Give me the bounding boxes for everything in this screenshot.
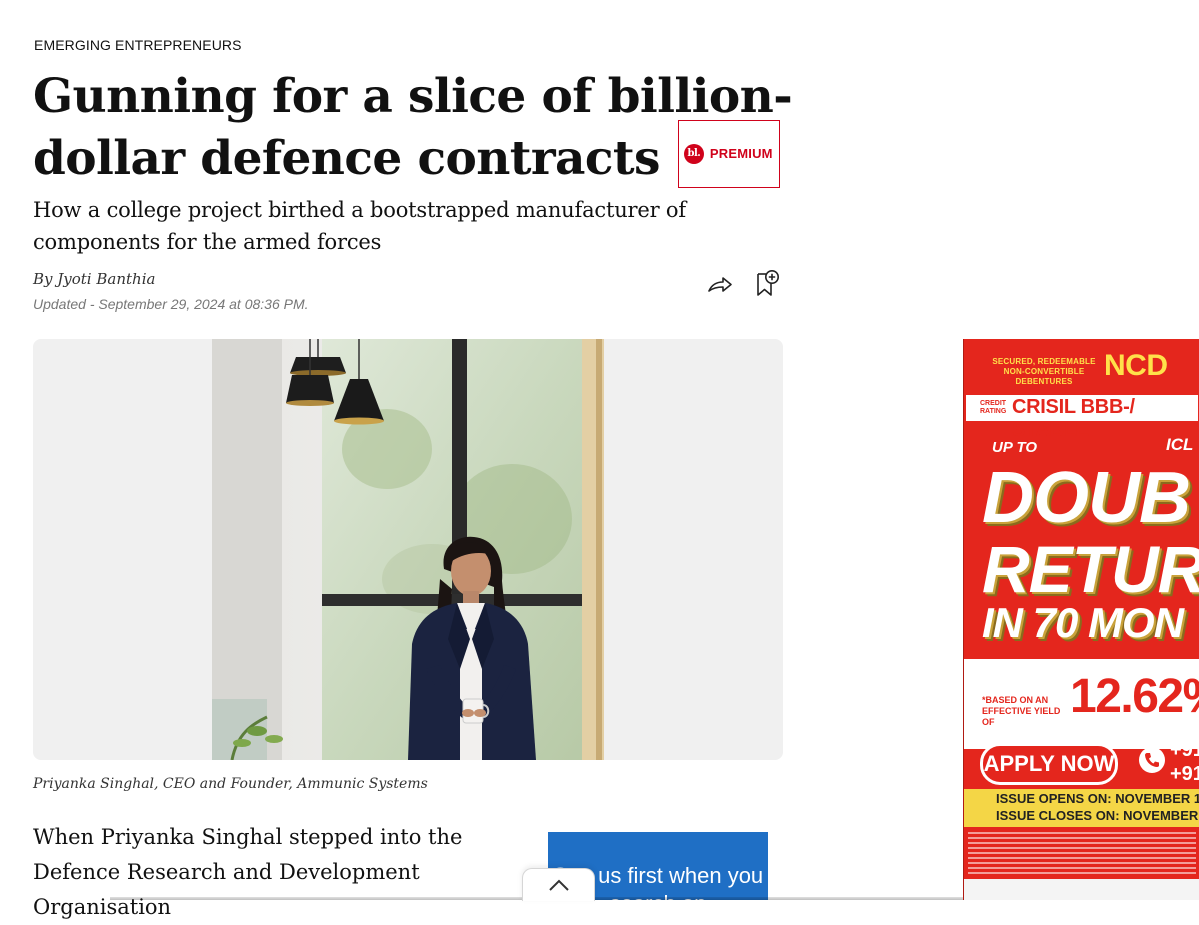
advertisement-banner[interactable]: SECURED, REDEEMABLE NON-CONVERTIBLE DEBE… <box>963 339 1199 900</box>
ad-rating-label: CREDIT RATING <box>980 400 1007 415</box>
ad-issue-closes: ISSUE CLOSES ON: NOVEMBER 28 <box>996 808 1199 823</box>
ad-yield-value: 12.62% <box>1070 670 1199 723</box>
share-icon <box>708 277 732 292</box>
ad-issue-opens: ISSUE OPENS ON: NOVEMBER 17, <box>996 791 1199 806</box>
ad-upto: UP TO <box>992 439 1038 456</box>
article-subheadline: How a college project birthed a bootstra… <box>33 198 686 254</box>
ad-apply-now-button[interactable]: APPLY NOW <box>980 743 1118 785</box>
share-button[interactable] <box>706 272 734 296</box>
ad-debenture-text: SECURED, REDEEMABLE NON-CONVERTIBLE DEBE… <box>992 357 1096 386</box>
bookmark-add-icon <box>757 270 779 296</box>
article-headline: Gunning for a slice of billion-dollar de… <box>33 66 793 196</box>
priyanka-singhal-photo <box>212 339 604 760</box>
article-body-paragraph: When Priyanka Singhal stepped into the D… <box>33 825 463 919</box>
image-caption: Priyanka Singhal, CEO and Founder, Ammun… <box>33 776 428 792</box>
premium-label: PREMIUM <box>709 146 773 161</box>
ad-headline-line3: IN 70 MON <box>982 599 1184 646</box>
businessline-logo-icon: bl. <box>683 144 704 164</box>
hero-photo[interactable] <box>212 339 604 760</box>
ad-ncd-title: NCD <box>1104 349 1168 382</box>
ad-phone-1: +91 <box>1170 739 1199 761</box>
phone-icon <box>1139 747 1165 773</box>
chevron-up-icon <box>548 879 569 891</box>
premium-badge: bl. PREMIUM <box>677 120 780 188</box>
article-kicker[interactable]: EMERGING ENTREPRENEURS <box>34 37 242 53</box>
hero-image-container <box>33 339 783 760</box>
updated-timestamp: Updated - September 29, 2024 at 08:36 PM… <box>33 296 309 312</box>
ad-brand: ICL <box>1166 435 1194 454</box>
ad-headline-line1: DOUB <box>982 458 1191 538</box>
author-byline[interactable]: By Jyoti Banthia <box>33 270 155 288</box>
ad-footer-strip <box>964 879 1199 900</box>
ad-headline-line2: RETUR <box>982 532 1199 606</box>
ad-phone-2: +91 <box>1170 763 1199 785</box>
scroll-to-top-button[interactable] <box>522 868 595 901</box>
bookmark-button[interactable] <box>753 268 781 298</box>
ad-fine-print <box>968 829 1196 877</box>
ad-yield-label: *BASED ON AN EFFECTIVE YIELD OF <box>982 695 1061 727</box>
